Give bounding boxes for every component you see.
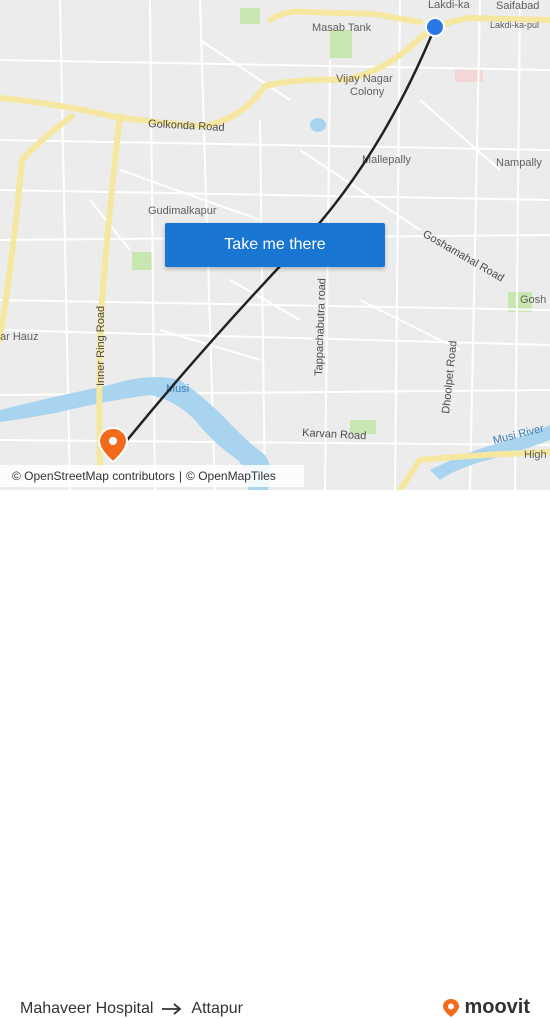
arrow-right-icon (162, 1003, 182, 1015)
label-golkonda-road: Golkonda Road (148, 118, 225, 134)
park-area (240, 8, 260, 24)
moovit-logo-icon (443, 998, 460, 1017)
label-lakdi-ka-pul: Lakdi-ka-pul (490, 20, 539, 30)
label-lakdi-top: Lakdi-ka (428, 0, 470, 11)
park-area (330, 30, 352, 58)
label-dhoolpet-road: Dhoolpet Road (440, 340, 460, 414)
label-masab-tank: Masab Tank (312, 22, 372, 34)
origin-marker[interactable] (425, 17, 445, 37)
label-saifabad: Saifabad (496, 0, 539, 12)
label-nampally: Nampally (496, 157, 542, 169)
map-attribution: © OpenStreetMap contributors | © OpenMap… (0, 465, 304, 487)
destination-marker[interactable] (97, 426, 129, 464)
destination-marker-dot (109, 437, 117, 445)
origin-name: Mahaveer Hospital (20, 1000, 154, 1017)
label-vijay-nagar: Vijay Nagar (336, 73, 393, 85)
map-canvas[interactable]: Masab Tank Lakdi-ka Saifabad Lakdi-ka-pu… (0, 0, 550, 490)
label-gosh: Gosh (520, 294, 546, 306)
label-karvan-road: Karvan Road (302, 427, 367, 442)
route-summary: Mahaveer Hospital Attapur (20, 1000, 243, 1018)
park-area (132, 252, 152, 270)
label-gudimalkapur: Gudimalkapur (148, 205, 217, 217)
pond (310, 118, 326, 132)
footer-bar: Mahaveer Hospital Attapur moovit (0, 490, 550, 1018)
take-me-there-button[interactable]: Take me there (165, 223, 385, 267)
destination-name: Attapur (191, 1000, 243, 1017)
moovit-wordmark: moovit (464, 996, 530, 1018)
attribution-openmaptiles-link[interactable]: © OpenMapTiles (186, 469, 276, 483)
label-inner-ring-road: Inner Ring Road (95, 306, 107, 386)
label-high: High (524, 449, 547, 461)
label-ar-hauz: ar Hauz (0, 331, 39, 343)
attribution-osm-link[interactable]: © OpenStreetMap contributors (12, 469, 175, 483)
moovit-logo: moovit (441, 996, 530, 1019)
attribution-separator: | (178, 469, 183, 483)
label-colony: Colony (350, 86, 385, 98)
